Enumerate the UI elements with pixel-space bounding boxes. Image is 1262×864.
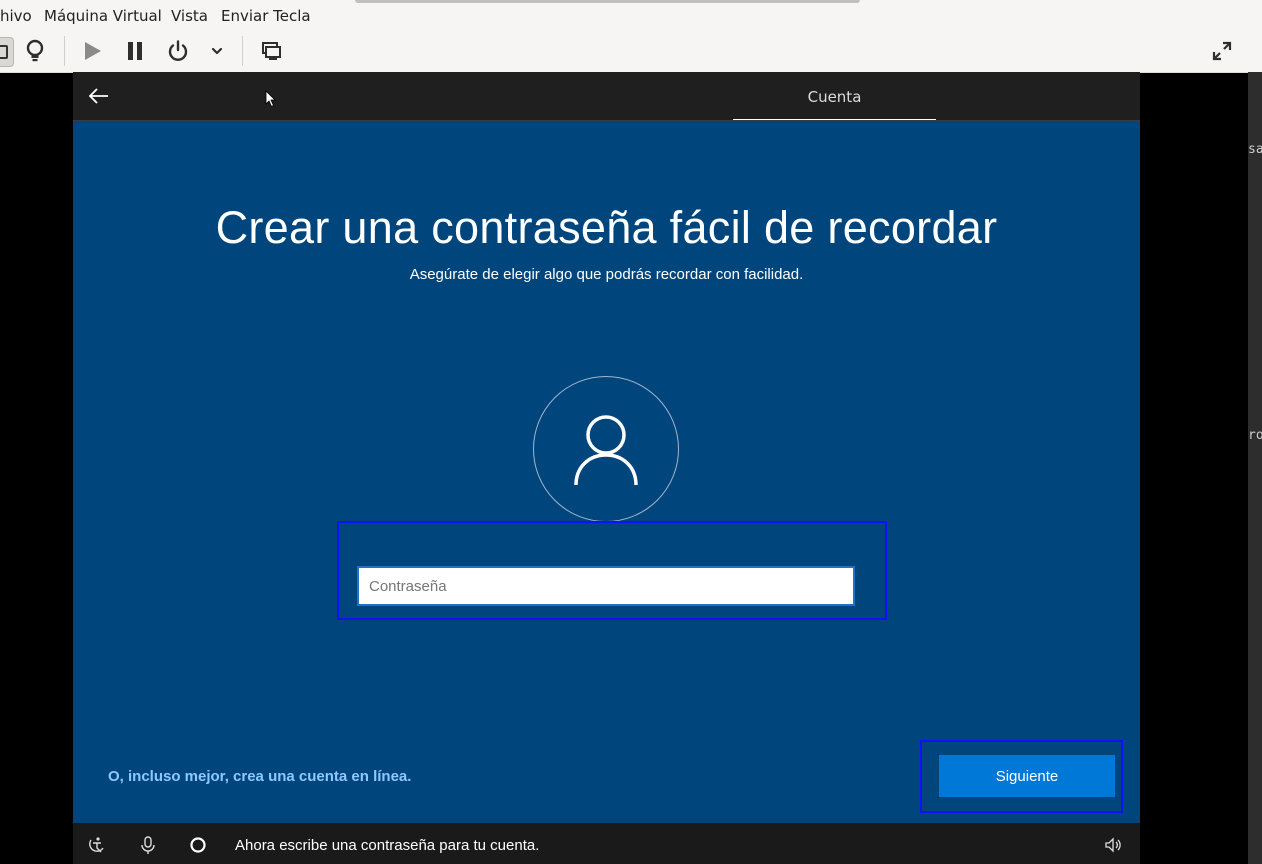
power-menu-button[interactable] (203, 37, 231, 65)
mouse-cursor-icon (265, 90, 276, 108)
ease-of-access-icon (89, 837, 104, 853)
expand-icon (1212, 41, 1232, 61)
back-button[interactable] (87, 84, 111, 108)
menu-archivo[interactable]: hivo (0, 7, 32, 25)
cortana-circle-icon (190, 837, 206, 853)
page-subtitle: Asegúrate de elegir algo que podrás reco… (409, 266, 804, 283)
keyboard-grab-button[interactable] (0, 37, 14, 67)
screen-icon (0, 45, 8, 59)
power-button[interactable] (164, 37, 192, 65)
host-toolbar (0, 30, 1248, 73)
microphone-icon (141, 836, 155, 854)
lightbulb-icon (26, 39, 44, 62)
header-divider (73, 120, 1140, 121)
avatar (533, 376, 679, 522)
play-icon (85, 42, 101, 60)
background-text-fragment: sa (1248, 142, 1262, 157)
step-tab-cuenta: Cuenta (733, 72, 936, 121)
details-button[interactable] (21, 37, 49, 65)
power-icon (168, 40, 188, 61)
oobe-header: Cuenta (73, 72, 1140, 121)
oobe-footer: Ahora escribe una contraseña para tu cue… (73, 823, 1140, 864)
snapshots-button[interactable] (257, 37, 285, 65)
user-icon (574, 415, 638, 486)
fullscreen-button[interactable] (1208, 37, 1236, 65)
chevron-down-icon (211, 47, 223, 55)
menu-vista[interactable]: Vista (171, 7, 208, 25)
host-title-strip (355, 0, 860, 3)
step-tab-label: Cuenta (807, 87, 862, 106)
vm-screen[interactable]: Cuenta Crear una contraseña fácil de rec… (73, 72, 1140, 864)
accessibility-button[interactable] (87, 835, 107, 855)
menu-enviar-tecla[interactable]: Enviar Tecla (221, 7, 311, 25)
toolbar-separator (64, 36, 65, 66)
arrow-left-icon (88, 88, 108, 104)
menu-maquina-virtual[interactable]: Máquina Virtual (44, 7, 162, 25)
online-account-link[interactable]: O, incluso mejor, crea una cuenta en lín… (108, 768, 411, 785)
narrator-prompt: Ahora escribe una contraseña para tu cue… (235, 837, 540, 854)
password-input[interactable] (357, 566, 855, 606)
background-window-header (1248, 0, 1262, 72)
pause-button[interactable] (121, 37, 149, 65)
next-button[interactable]: Siguiente (939, 755, 1115, 797)
run-button[interactable] (78, 37, 106, 65)
host-menubar: hivo Máquina Virtual Vista Enviar Tecla (0, 0, 1248, 31)
page-title: Crear una contraseña fácil de recordar (215, 202, 998, 253)
toolbar-separator (242, 36, 243, 66)
snapshot-icon (262, 42, 281, 60)
pause-icon (128, 42, 142, 60)
microphone-button[interactable] (138, 835, 158, 855)
volume-icon (1105, 837, 1121, 853)
cortana-button[interactable] (188, 835, 208, 855)
background-window: sa ro (1248, 0, 1262, 864)
background-text-fragment: ro (1248, 428, 1262, 443)
volume-button[interactable] (1103, 835, 1123, 855)
